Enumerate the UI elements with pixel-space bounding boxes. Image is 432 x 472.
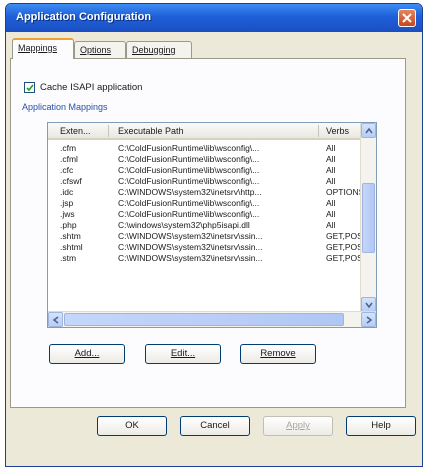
- cell-path: C:\ColdFusionRuntime\lib\wsconfig\...: [118, 154, 260, 164]
- column-divider[interactable]: [108, 125, 109, 137]
- checkmark-icon: [26, 84, 34, 92]
- cell-extension: .jsp: [60, 198, 74, 208]
- table-row[interactable]: .cfc C:\ColdFusionRuntime\lib\wsconfig\..…: [48, 165, 358, 176]
- cell-extension: .cfswf: [60, 176, 82, 186]
- tab-mappings-label: Mappings: [18, 43, 58, 53]
- cache-isapi-label[interactable]: Cache ISAPI application: [40, 82, 142, 93]
- cell-verbs: GET,POS: [326, 242, 363, 252]
- title-bar[interactable]: Application Configuration: [6, 4, 422, 32]
- cell-verbs: All: [326, 176, 336, 186]
- table-row[interactable]: .stm C:\WINDOWS\system32\inetsrv\ssin... G…: [48, 253, 363, 264]
- scroll-up-button[interactable]: [361, 123, 376, 138]
- cell-path: C:\ColdFusionRuntime\lib\wsconfig\...: [118, 209, 260, 219]
- cell-path: C:\ColdFusionRuntime\lib\wsconfig\...: [118, 165, 260, 175]
- cell-verbs: All: [326, 154, 336, 164]
- cell-extension: .idc: [60, 187, 74, 197]
- table-row[interactable]: .cfm C:\ColdFusionRuntime\lib\wsconfig\..…: [48, 143, 358, 154]
- vertical-scroll-thumb[interactable]: [362, 183, 375, 253]
- tab-mappings[interactable]: Mappings: [12, 38, 74, 59]
- cell-path: C:\ColdFusionRuntime\lib\wsconfig\...: [118, 176, 260, 186]
- table-row[interactable]: .jsp C:\ColdFusionRuntime\lib\wsconfig\..…: [48, 198, 358, 209]
- cancel-button[interactable]: Cancel: [180, 416, 250, 436]
- window-title: Application Configuration: [16, 11, 152, 23]
- remove-button-label: Remove: [260, 348, 296, 359]
- table-row[interactable]: .idc C:\WINDOWS\system32\inetsrv\http... O…: [48, 187, 364, 198]
- vertical-scrollbar[interactable]: [360, 123, 376, 313]
- cell-path: C:\WINDOWS\system32\inetsrv\ssin...: [118, 231, 263, 241]
- add-button-label: Add...: [74, 348, 100, 359]
- edit-button-label: Edit...: [170, 348, 196, 359]
- tab-options[interactable]: Options: [74, 41, 126, 58]
- cell-extension: .shtml: [60, 242, 83, 252]
- cell-extension: .cfc: [60, 165, 74, 175]
- cell-verbs: All: [326, 209, 336, 219]
- cell-verbs: All: [326, 220, 336, 230]
- cell-path: C:\windows\system32\php5isapi.dll: [118, 220, 250, 230]
- apply-button-label: Apply: [286, 420, 310, 431]
- cell-extension: .jws: [60, 209, 75, 219]
- cell-path: C:\WINDOWS\system32\inetsrv\ssin...: [118, 242, 263, 252]
- cell-path: C:\ColdFusionRuntime\lib\wsconfig\...: [118, 143, 260, 153]
- cell-extension: .php: [60, 220, 77, 230]
- cell-verbs: OPTIONS: [326, 187, 365, 197]
- column-header-verbs[interactable]: Verbs: [326, 126, 349, 136]
- tab-debugging[interactable]: Debugging: [126, 41, 192, 58]
- list-header: Exten... Executable Path Verbs: [48, 123, 376, 140]
- edit-button[interactable]: Edit...: [145, 344, 221, 364]
- help-button[interactable]: Help: [346, 416, 416, 436]
- horizontal-scroll-thumb[interactable]: [64, 313, 344, 326]
- remove-button[interactable]: Remove: [240, 344, 316, 364]
- apply-button[interactable]: Apply: [263, 416, 333, 436]
- cell-extension: .cfml: [60, 154, 78, 164]
- table-row[interactable]: .cfml C:\ColdFusionRuntime\lib\wsconfig\.…: [48, 154, 358, 165]
- cell-verbs: All: [326, 165, 336, 175]
- ok-button-label: OK: [125, 420, 139, 431]
- application-mappings-label: Application Mappings: [22, 102, 108, 112]
- column-header-executable-path[interactable]: Executable Path: [118, 126, 184, 136]
- cell-verbs: All: [326, 198, 336, 208]
- cell-path: C:\WINDOWS\system32\inetsrv\http...: [118, 187, 262, 197]
- table-row[interactable]: .php C:\windows\system32\php5isapi.dll All: [48, 220, 358, 231]
- cell-verbs: All: [326, 143, 336, 153]
- cell-extension: .shtm: [60, 231, 81, 241]
- cancel-button-label: Cancel: [200, 420, 230, 431]
- tab-debugging-label: Debugging: [132, 45, 176, 55]
- scroll-down-button[interactable]: [361, 297, 376, 312]
- table-row[interactable]: .shtml C:\WINDOWS\system32\inetsrv\ssin..…: [48, 242, 363, 253]
- cell-path: C:\ColdFusionRuntime\lib\wsconfig\...: [118, 198, 260, 208]
- column-divider[interactable]: [318, 125, 319, 137]
- cell-verbs: GET,POS: [326, 231, 363, 241]
- scroll-left-button[interactable]: [48, 312, 63, 327]
- close-icon: [402, 13, 412, 23]
- scroll-left-icon: [52, 316, 59, 324]
- column-header-extension[interactable]: Exten...: [60, 126, 91, 136]
- table-row[interactable]: .cfswf C:\ColdFusionRuntime\lib\wsconfig\…: [48, 176, 358, 187]
- horizontal-scrollbar[interactable]: [48, 311, 376, 327]
- cell-extension: .stm: [60, 253, 77, 263]
- scroll-right-icon: [366, 316, 373, 324]
- cell-extension: .cfm: [60, 143, 77, 153]
- cache-isapi-checkbox[interactable]: [24, 82, 35, 93]
- application-mappings-list[interactable]: Exten... Executable Path Verbs .cfm C:\Co…: [47, 122, 377, 328]
- scroll-up-icon: [365, 127, 373, 134]
- help-button-label: Help: [371, 420, 391, 431]
- ok-button[interactable]: OK: [97, 416, 167, 436]
- table-row[interactable]: .jws C:\ColdFusionRuntime\lib\wsconfig\..…: [48, 209, 358, 220]
- scroll-right-button[interactable]: [361, 312, 376, 327]
- cell-verbs: GET,POS: [326, 253, 363, 263]
- add-button[interactable]: Add...: [49, 344, 125, 364]
- table-row[interactable]: .shtm C:\WINDOWS\system32\inetsrv\ssin...…: [48, 231, 363, 242]
- scroll-down-icon: [365, 302, 373, 309]
- cell-path: C:\WINDOWS\system32\inetsrv\ssin...: [118, 253, 263, 263]
- close-button[interactable]: [398, 9, 416, 27]
- tab-options-label: Options: [80, 45, 112, 55]
